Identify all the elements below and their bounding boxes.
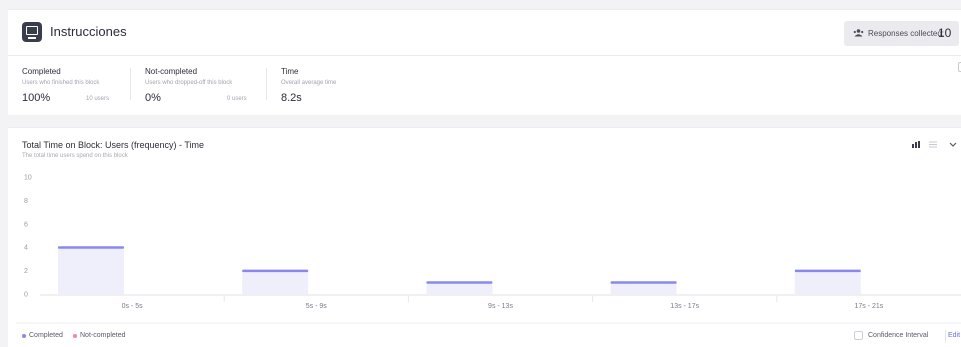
confidence-interval-checkbox[interactable] — [854, 331, 863, 340]
chart-card: Total Time on Block: Users (frequency) -… — [8, 127, 961, 347]
bar-top-completed — [426, 281, 493, 284]
stat-sub: Users who dropped-off this block — [145, 80, 233, 86]
legend-dot-not-completed — [73, 334, 77, 338]
x-tick-label: 5s - 9s — [306, 303, 328, 310]
responses-value: 10 — [938, 26, 952, 40]
y-tick-label: 6 — [24, 221, 28, 228]
legend-completed[interactable]: Completed — [29, 332, 63, 339]
block-summary-card: Instrucciones Responses collected: 10 Co… — [8, 9, 961, 115]
stat-value: 8.2s — [281, 92, 302, 104]
divider — [266, 68, 267, 100]
divider — [130, 68, 131, 100]
bar-top-completed — [610, 281, 677, 284]
block-title: Instrucciones — [50, 24, 127, 39]
y-tick-label: 0 — [24, 292, 28, 299]
divider — [945, 330, 946, 342]
bar-top-completed — [242, 269, 309, 273]
stat-value: 100% — [22, 92, 51, 104]
x-tick-label: 9s - 13s — [488, 303, 513, 310]
bar-top-completed — [58, 246, 124, 249]
bar-top-completed — [794, 269, 861, 273]
y-tick-label: 4 — [24, 245, 28, 252]
bar-completed — [242, 270, 309, 294]
bar-completed — [58, 247, 124, 294]
stat-sub: Overall average time — [281, 80, 337, 86]
confidence-interval-label: Confidence Interval — [868, 332, 929, 339]
responses-label: Responses collected: — [868, 29, 945, 38]
x-tick-label: 13s - 17s — [670, 303, 699, 310]
bar-completed — [794, 270, 861, 294]
x-tick-label: 0s - 5s — [122, 303, 144, 310]
stat-label: Completed — [22, 67, 61, 76]
responses-collected-badge: Responses collected: 10 — [844, 21, 959, 46]
users-icon — [853, 29, 864, 37]
stat-users: 10 users — [86, 96, 110, 102]
stat-label: Time — [281, 67, 299, 76]
stat-value: 0% — [145, 92, 161, 104]
legend-not-completed[interactable]: Not-completed — [80, 332, 126, 339]
legend-dot-completed — [22, 334, 26, 338]
screen-icon — [22, 22, 42, 42]
bar-completed — [610, 282, 677, 294]
y-tick-label: 8 — [24, 198, 28, 205]
stat-label: Not-completed — [145, 67, 198, 76]
stat-users: 0 users — [227, 96, 247, 102]
y-tick-label: 10 — [24, 175, 32, 182]
stat-sub: Users who finished this block — [22, 80, 100, 86]
histogram-chart: 0 2 4 6 8 10 0s - 5s 5s - 9s 9s - 13s 13s - 17s 17… — [16, 175, 961, 324]
bar-completed — [426, 282, 493, 294]
y-tick-label: 2 — [24, 268, 28, 275]
block-header: Instrucciones Responses collected: 10 — [8, 10, 961, 56]
x-tick-label: 17s - 21s — [855, 303, 884, 310]
edit-link[interactable]: Edit — [948, 332, 960, 339]
